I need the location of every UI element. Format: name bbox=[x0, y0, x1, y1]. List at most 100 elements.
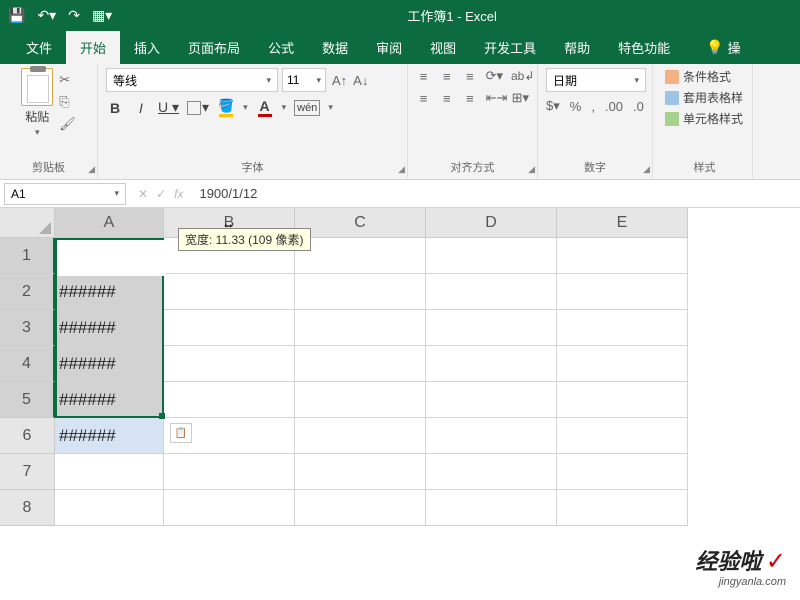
cell[interactable]: ###### bbox=[55, 310, 164, 346]
cell[interactable] bbox=[164, 454, 295, 490]
row-header[interactable]: 6 bbox=[0, 418, 55, 454]
cell[interactable] bbox=[557, 310, 688, 346]
row-header[interactable]: 7 bbox=[0, 454, 55, 490]
column-header[interactable]: C bbox=[295, 208, 426, 238]
cell-grid[interactable]: #################################### bbox=[55, 238, 688, 526]
border-button[interactable]: ▾ bbox=[187, 99, 209, 116]
tab-home[interactable]: 开始 bbox=[66, 31, 120, 64]
align-center-icon[interactable]: ≡ bbox=[439, 91, 454, 106]
cell[interactable] bbox=[164, 490, 295, 526]
fx-icon[interactable]: fx bbox=[174, 187, 183, 201]
cell[interactable]: ###### bbox=[55, 418, 164, 454]
formula-input[interactable]: 1900/1/12 bbox=[191, 186, 800, 201]
currency-icon[interactable]: $▾ bbox=[546, 98, 560, 114]
dialog-launcher-icon[interactable]: ◢ bbox=[643, 164, 650, 175]
format-painter-icon[interactable]: 🖌 bbox=[59, 116, 76, 132]
dialog-launcher-icon[interactable]: ◢ bbox=[398, 164, 405, 175]
tab-insert[interactable]: 插入 bbox=[120, 31, 174, 64]
cell[interactable] bbox=[557, 274, 688, 310]
font-name-select[interactable]: 等线▾ bbox=[106, 68, 278, 92]
row-header[interactable]: 2 bbox=[0, 274, 55, 310]
column-header[interactable]: E bbox=[557, 208, 688, 238]
phonetic-button[interactable]: wén bbox=[294, 100, 320, 116]
cell[interactable] bbox=[295, 382, 426, 418]
enter-icon[interactable]: ✓ bbox=[156, 187, 166, 201]
cell[interactable] bbox=[426, 346, 557, 382]
cell-styles-button[interactable]: 单元格样式 bbox=[665, 110, 744, 127]
cell[interactable] bbox=[295, 274, 426, 310]
undo-icon[interactable]: ↶▾ bbox=[37, 7, 56, 24]
number-format-select[interactable]: 日期▾ bbox=[546, 68, 646, 92]
row-header[interactable]: 4 bbox=[0, 346, 55, 382]
tab-help[interactable]: 帮助 bbox=[550, 31, 604, 64]
fill-color-button[interactable]: 🪣 bbox=[217, 98, 235, 117]
conditional-format-button[interactable]: 条件格式 bbox=[665, 68, 744, 85]
tab-developer[interactable]: 开发工具 bbox=[470, 31, 550, 64]
cancel-icon[interactable]: ✕ bbox=[138, 187, 148, 201]
cell[interactable] bbox=[164, 346, 295, 382]
row-header[interactable]: 1 bbox=[0, 238, 55, 274]
align-left-icon[interactable]: ≡ bbox=[416, 91, 431, 106]
dialog-launcher-icon[interactable]: ◢ bbox=[528, 164, 535, 175]
cell[interactable]: ###### bbox=[55, 382, 164, 418]
decrease-decimal-icon[interactable]: .0 bbox=[633, 99, 644, 114]
cell[interactable]: ###### bbox=[55, 346, 164, 382]
cell[interactable] bbox=[164, 310, 295, 346]
cell[interactable] bbox=[55, 490, 164, 526]
cell[interactable]: ###### bbox=[55, 274, 164, 310]
cell[interactable] bbox=[557, 454, 688, 490]
copy-icon[interactable]: ⎘ bbox=[59, 94, 76, 110]
increase-decimal-icon[interactable]: .00 bbox=[605, 99, 623, 114]
tab-review[interactable]: 审阅 bbox=[362, 31, 416, 64]
align-right-icon[interactable]: ≡ bbox=[462, 91, 477, 106]
cell[interactable] bbox=[164, 382, 295, 418]
tab-data[interactable]: 数据 bbox=[308, 31, 362, 64]
format-table-button[interactable]: 套用表格样 bbox=[665, 89, 744, 106]
cut-icon[interactable]: ✂ bbox=[59, 72, 76, 88]
font-color-button[interactable]: A bbox=[256, 98, 274, 117]
column-header[interactable]: A bbox=[55, 208, 164, 238]
orientation-icon[interactable]: ⟳▾ bbox=[486, 68, 503, 84]
cell[interactable] bbox=[295, 454, 426, 490]
tab-special[interactable]: 特色功能 bbox=[604, 31, 684, 64]
align-top-icon[interactable]: ≡ bbox=[416, 69, 431, 84]
row-header[interactable]: 3 bbox=[0, 310, 55, 346]
cell[interactable] bbox=[557, 418, 688, 454]
cell[interactable] bbox=[295, 310, 426, 346]
select-all-corner[interactable] bbox=[0, 208, 55, 238]
increase-font-icon[interactable]: A↑ bbox=[330, 71, 349, 90]
cell[interactable] bbox=[295, 490, 426, 526]
percent-icon[interactable]: % bbox=[570, 99, 582, 114]
row-header[interactable]: 5 bbox=[0, 382, 55, 418]
cell[interactable] bbox=[426, 238, 557, 274]
bold-button[interactable]: B bbox=[106, 100, 124, 116]
tab-view[interactable]: 视图 bbox=[416, 31, 470, 64]
cell[interactable] bbox=[557, 346, 688, 382]
paste-button[interactable]: 粘贴 ▾ bbox=[21, 68, 53, 138]
cell[interactable] bbox=[295, 238, 426, 274]
cell[interactable] bbox=[557, 382, 688, 418]
save-icon[interactable]: 💾 bbox=[8, 7, 25, 24]
cell[interactable] bbox=[426, 310, 557, 346]
cell[interactable] bbox=[557, 238, 688, 274]
cell[interactable] bbox=[426, 382, 557, 418]
redo-icon[interactable]: ↷ bbox=[68, 7, 80, 24]
font-size-select[interactable]: 11▾ bbox=[282, 68, 326, 92]
tab-tellme[interactable]: 💡操 bbox=[692, 31, 754, 64]
name-box[interactable]: A1▾ bbox=[4, 183, 126, 205]
tab-formulas[interactable]: 公式 bbox=[254, 31, 308, 64]
cell[interactable] bbox=[55, 454, 164, 490]
underline-button[interactable]: U ▾ bbox=[158, 99, 179, 116]
customize-icon[interactable]: ▦▾ bbox=[92, 7, 112, 24]
cell[interactable] bbox=[295, 418, 426, 454]
tab-file[interactable]: 文件 bbox=[12, 31, 66, 64]
wrap-text-icon[interactable]: ab↲ bbox=[511, 69, 529, 83]
cell[interactable] bbox=[426, 418, 557, 454]
cell[interactable] bbox=[426, 490, 557, 526]
decrease-font-icon[interactable]: A↓ bbox=[351, 71, 370, 90]
dialog-launcher-icon[interactable]: ◢ bbox=[88, 164, 95, 175]
cell[interactable] bbox=[557, 490, 688, 526]
cell[interactable] bbox=[295, 346, 426, 382]
indent-icon[interactable]: ⇤⇥ bbox=[486, 90, 504, 106]
align-middle-icon[interactable]: ≡ bbox=[439, 69, 454, 84]
